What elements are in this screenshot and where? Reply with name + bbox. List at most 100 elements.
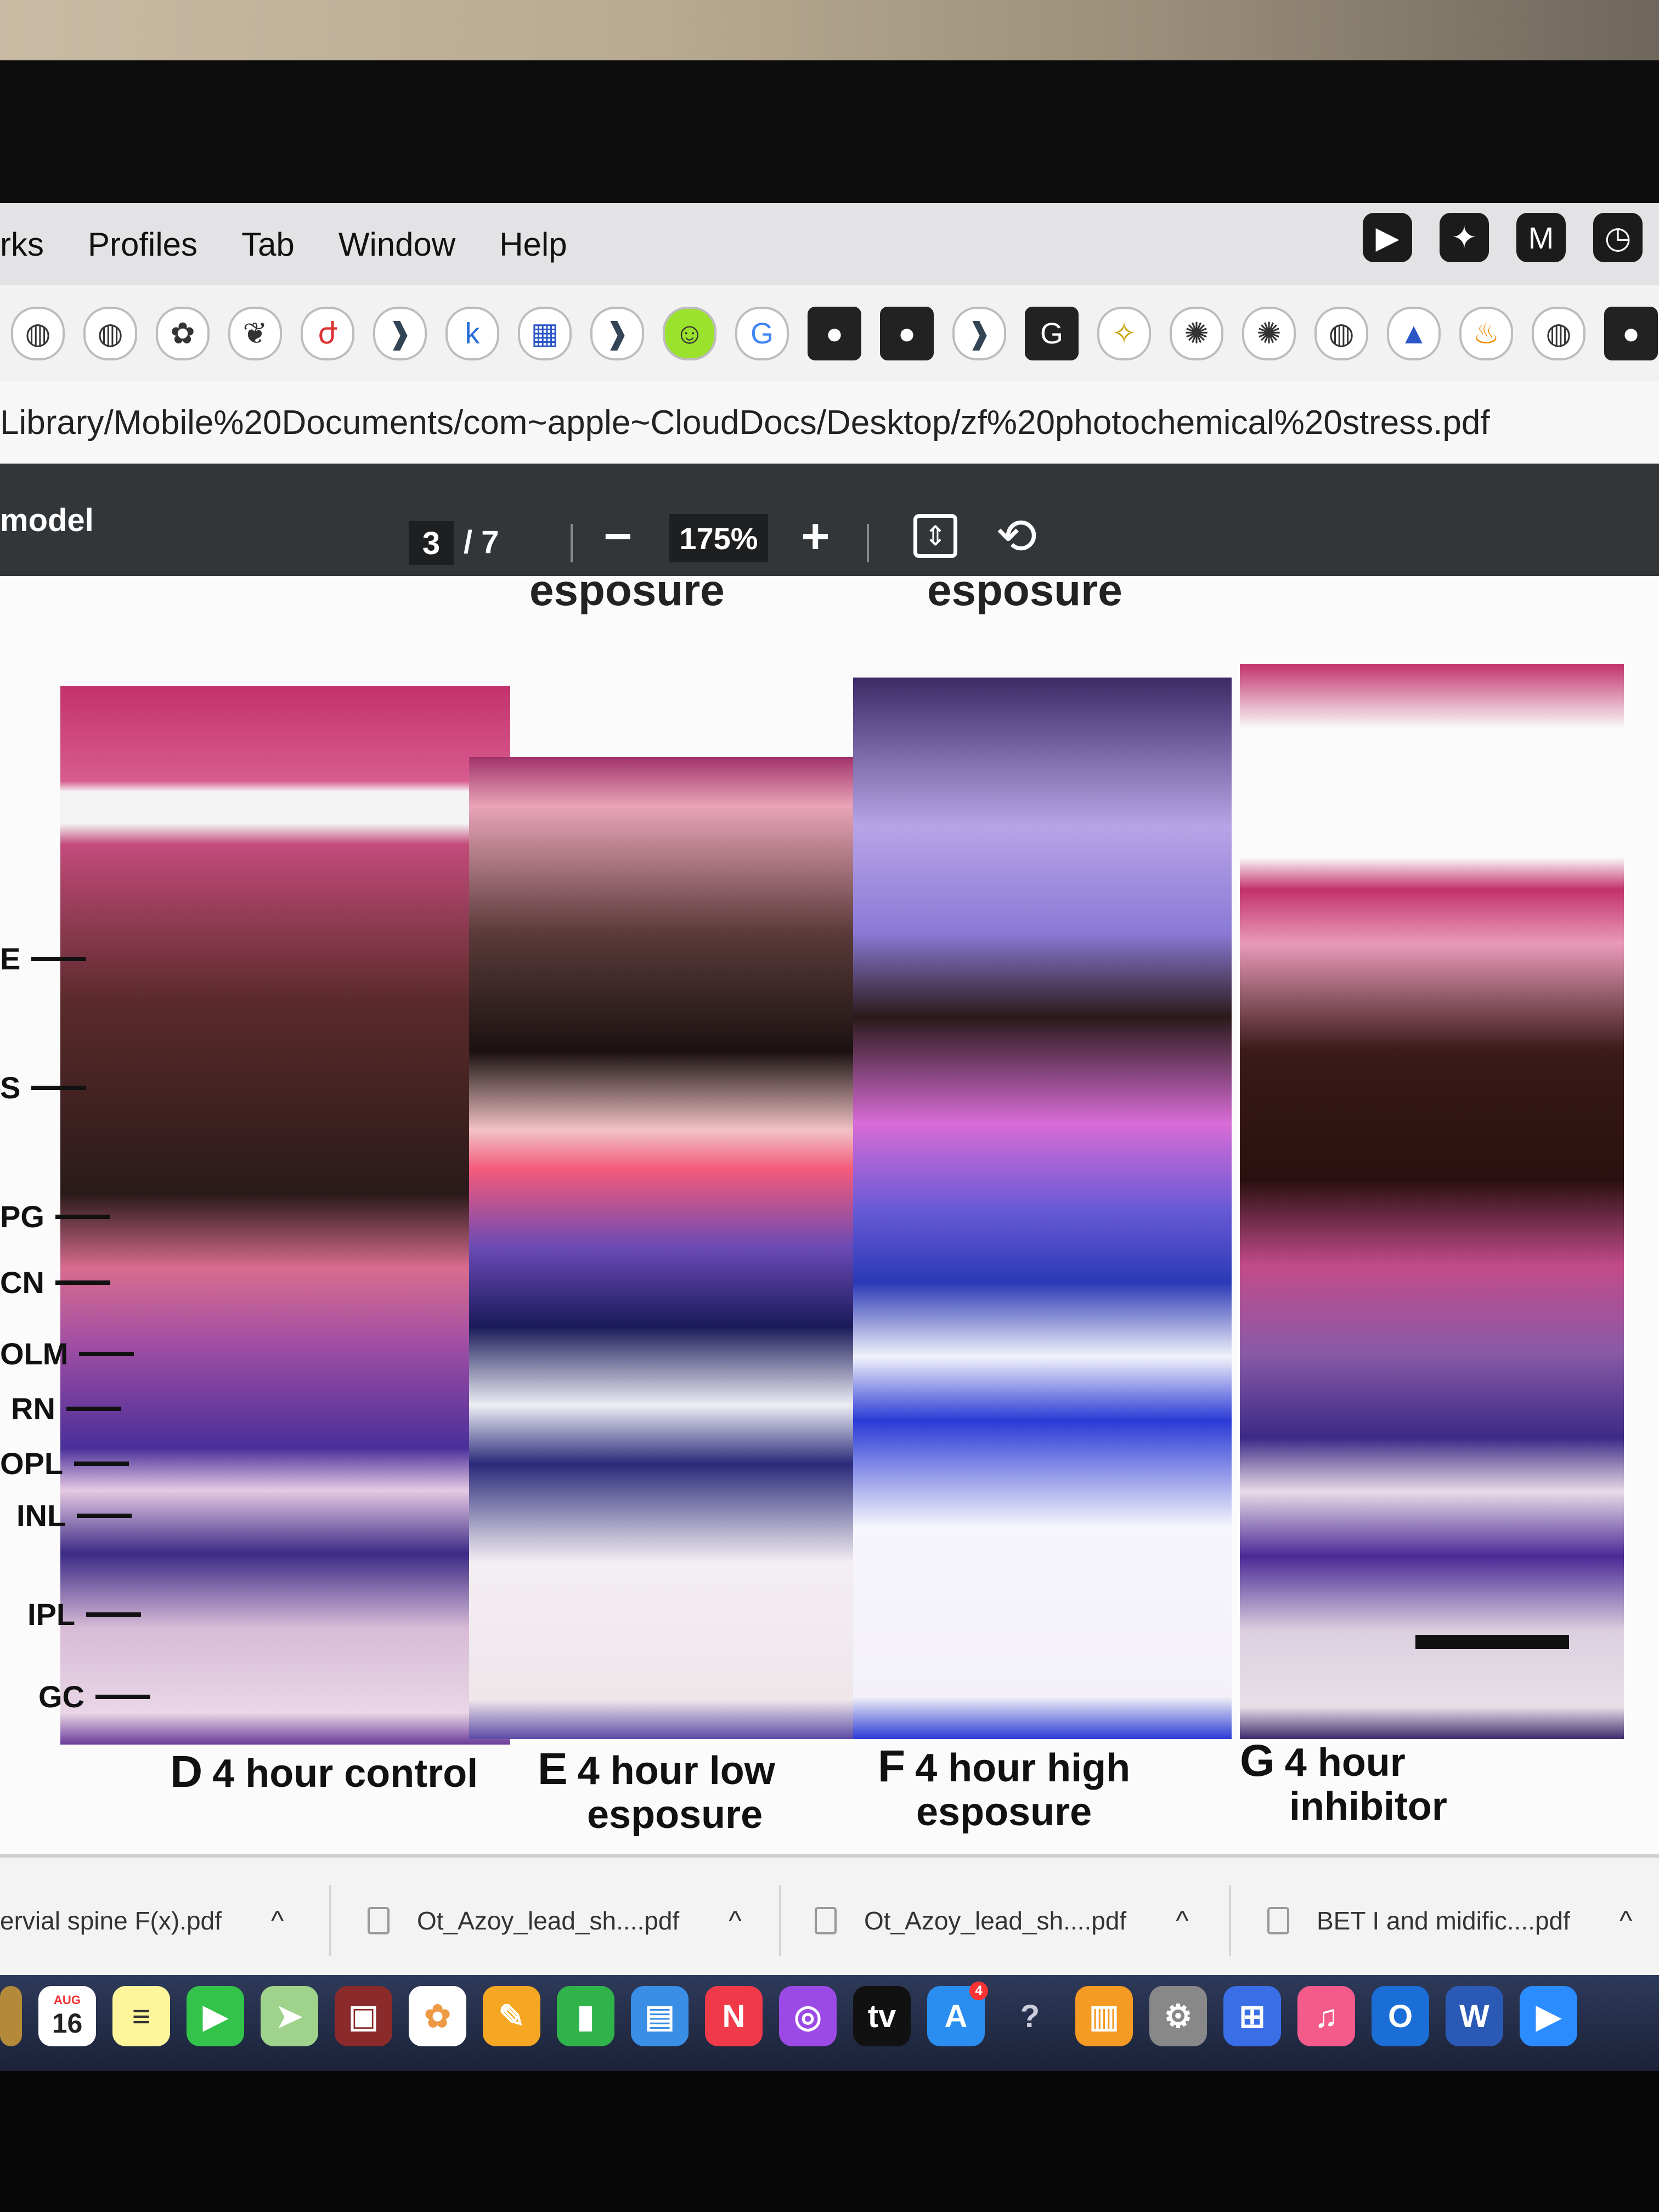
maps-icon[interactable]: ➤ — [261, 1986, 318, 2046]
chevron-up-icon[interactable]: ^ — [729, 1905, 741, 1937]
arrow-chevron-icon[interactable]: ❱ — [590, 306, 644, 360]
fruit-icon[interactable]: ❦ — [228, 306, 282, 360]
label-tick — [55, 1280, 110, 1285]
pages-icon[interactable]: ✎ — [483, 1986, 540, 2046]
menu-profiles[interactable]: Profiles — [88, 225, 198, 263]
caption-letter: G — [1240, 1736, 1275, 1786]
m-logo-icon[interactable]: M — [1516, 213, 1566, 262]
appletv-label: tv — [867, 1998, 896, 2034]
download-filename: Ot_Azoy_lead_sh....pdf — [417, 1906, 680, 1935]
g-box-icon[interactable]: G — [1025, 306, 1079, 360]
appstore-icon[interactable]: A 4 — [927, 1982, 988, 2046]
smiley-icon[interactable]: ☺ — [663, 306, 716, 360]
k-letter-label: k — [465, 317, 480, 350]
label-tick — [31, 956, 87, 961]
facetime-icon[interactable]: ▶ — [187, 1986, 244, 2046]
layer-label-text: E — [0, 941, 21, 976]
download-item[interactable]: ervial spine F(x).pdf ^ — [0, 1896, 284, 1945]
chevron-up-icon[interactable]: ^ — [271, 1905, 284, 1937]
layer-label-cn: CN — [0, 1265, 110, 1300]
label-tick — [95, 1694, 150, 1699]
url-text[interactable]: Library/Mobile%20Documents/com~apple~Clo… — [0, 403, 1490, 442]
caption-line2: esposure — [916, 1790, 1092, 1834]
globe-icon[interactable]: ◍ — [11, 306, 65, 360]
clock-history-icon[interactable]: ◷ — [1593, 213, 1643, 262]
menu-bookmarks[interactable]: rks — [0, 225, 44, 263]
layer-label-text: CN — [0, 1265, 44, 1300]
pdf-title: model — [0, 503, 94, 538]
starburst-icon[interactable]: ✺ — [1242, 306, 1296, 360]
caption-line1: 4 hour control — [212, 1752, 478, 1796]
red-app-icon[interactable]: ժ — [301, 306, 354, 360]
label-tick — [74, 1461, 129, 1466]
rotate-icon[interactable]: ⟲ — [996, 507, 1037, 565]
feather-icon[interactable]: ✦ — [1440, 213, 1489, 262]
puzzle-icon[interactable]: ✿ — [156, 306, 210, 360]
caption-letter: E — [538, 1744, 568, 1794]
chevron-up-icon[interactable]: ^ — [1176, 1905, 1188, 1937]
chevron-up-icon[interactable]: ^ — [1620, 1905, 1632, 1937]
calendar-month: AUG — [54, 1993, 81, 2007]
download-filename: BET I and midific....pdf — [1317, 1906, 1570, 1935]
news-icon[interactable]: N — [705, 1986, 763, 2046]
histology-panel-f — [853, 678, 1232, 1739]
keynote-icon[interactable]: ▤ — [631, 1986, 689, 2046]
grid-globe-icon[interactable]: ▦ — [518, 306, 572, 360]
menu-help[interactable]: Help — [499, 225, 567, 263]
zoom-level-input[interactable]: 175% — [669, 514, 768, 562]
menu-tab[interactable]: Tab — [241, 225, 295, 263]
github-icon[interactable]: ● — [808, 306, 861, 360]
photo-edit-icon[interactable]: ⊞ — [1223, 1986, 1281, 2046]
numbers-icon[interactable]: ▮ — [557, 1986, 614, 2046]
calendar-icon[interactable]: AUG 16 — [38, 1986, 96, 2046]
help-icon[interactable]: ? — [1001, 1986, 1059, 2046]
address-bar[interactable]: Library/Mobile%20Documents/com~apple~Clo… — [0, 381, 1659, 466]
notes-icon[interactable]: ≡ — [112, 1986, 170, 2046]
globe-icon[interactable]: ◍ — [83, 306, 137, 360]
download-item[interactable]: BET I and midific....pdf ^ — [1267, 1896, 1632, 1945]
github-icon[interactable]: ● — [880, 306, 934, 360]
starburst-icon[interactable]: ✺ — [1170, 306, 1223, 360]
fit-page-icon[interactable]: ⇕ — [913, 514, 957, 558]
menu-window[interactable]: Window — [338, 225, 455, 263]
cut-heading-f: esposure — [927, 566, 1122, 614]
calendar-day: 16 — [52, 2008, 83, 2039]
github-icon[interactable]: ● — [1604, 306, 1658, 360]
dock-items: AUG 16 ≡ ▶ ➤ ▣ ✿ ✎ ▮ ▤ N ◎ tv A 4 ? ▥ ⚙ … — [0, 1982, 1577, 2046]
outlook-icon[interactable]: O — [1372, 1986, 1429, 2046]
word-icon[interactable]: W — [1446, 1986, 1503, 2046]
books-icon[interactable]: ▥ — [1075, 1986, 1133, 2046]
zoom-in-button[interactable]: + — [801, 509, 830, 565]
zoom-icon[interactable]: ▶ — [1520, 1986, 1577, 2046]
music-icon[interactable]: ♫ — [1297, 1986, 1355, 2046]
video-icon[interactable]: ▶ — [1363, 213, 1412, 262]
globe-icon[interactable]: ◍ — [1314, 306, 1368, 360]
settings-icon[interactable]: ⚙ — [1149, 1986, 1207, 2046]
k-letter-icon[interactable]: k — [445, 306, 499, 360]
layer-label-text: IPL — [27, 1597, 76, 1632]
layer-label-text: GC — [38, 1679, 84, 1714]
caption-line2: esposure — [587, 1793, 763, 1837]
globe-icon[interactable]: ◍ — [1532, 306, 1585, 360]
mountain-icon[interactable]: ▲ — [1387, 306, 1441, 360]
download-item[interactable]: Ot_Azoy_lead_sh....pdf ^ — [368, 1896, 742, 1945]
arrow-chevron-icon[interactable]: ❱ — [373, 306, 427, 360]
appletv-icon[interactable]: tv — [853, 1986, 911, 2046]
download-item[interactable]: Ot_Azoy_lead_sh....pdf ^ — [815, 1896, 1189, 1945]
arrow-chevron-icon[interactable]: ❱ — [952, 306, 1006, 360]
google-icon[interactable]: G — [735, 306, 789, 360]
photos-icon[interactable]: ✿ — [409, 1986, 466, 2046]
caption-f: F4 hour high esposure — [878, 1744, 1130, 1835]
podcasts-icon[interactable]: ◎ — [779, 1986, 837, 2046]
caption-d: D4 hour control — [170, 1750, 478, 1796]
layer-label-text: PG — [0, 1199, 44, 1234]
file-icon — [368, 1907, 390, 1934]
bird-icon[interactable]: ✧ — [1097, 306, 1151, 360]
caption-line1: 4 hour — [1284, 1741, 1406, 1785]
finder-icon[interactable] — [0, 1986, 22, 2046]
zoom-out-button[interactable]: − — [603, 509, 633, 565]
photobooth-icon[interactable]: ▣ — [335, 1986, 392, 2046]
page-number-input[interactable]: 3 — [409, 521, 454, 565]
layer-label-inl: INL — [16, 1498, 132, 1533]
flame-icon[interactable]: ♨ — [1459, 306, 1513, 360]
